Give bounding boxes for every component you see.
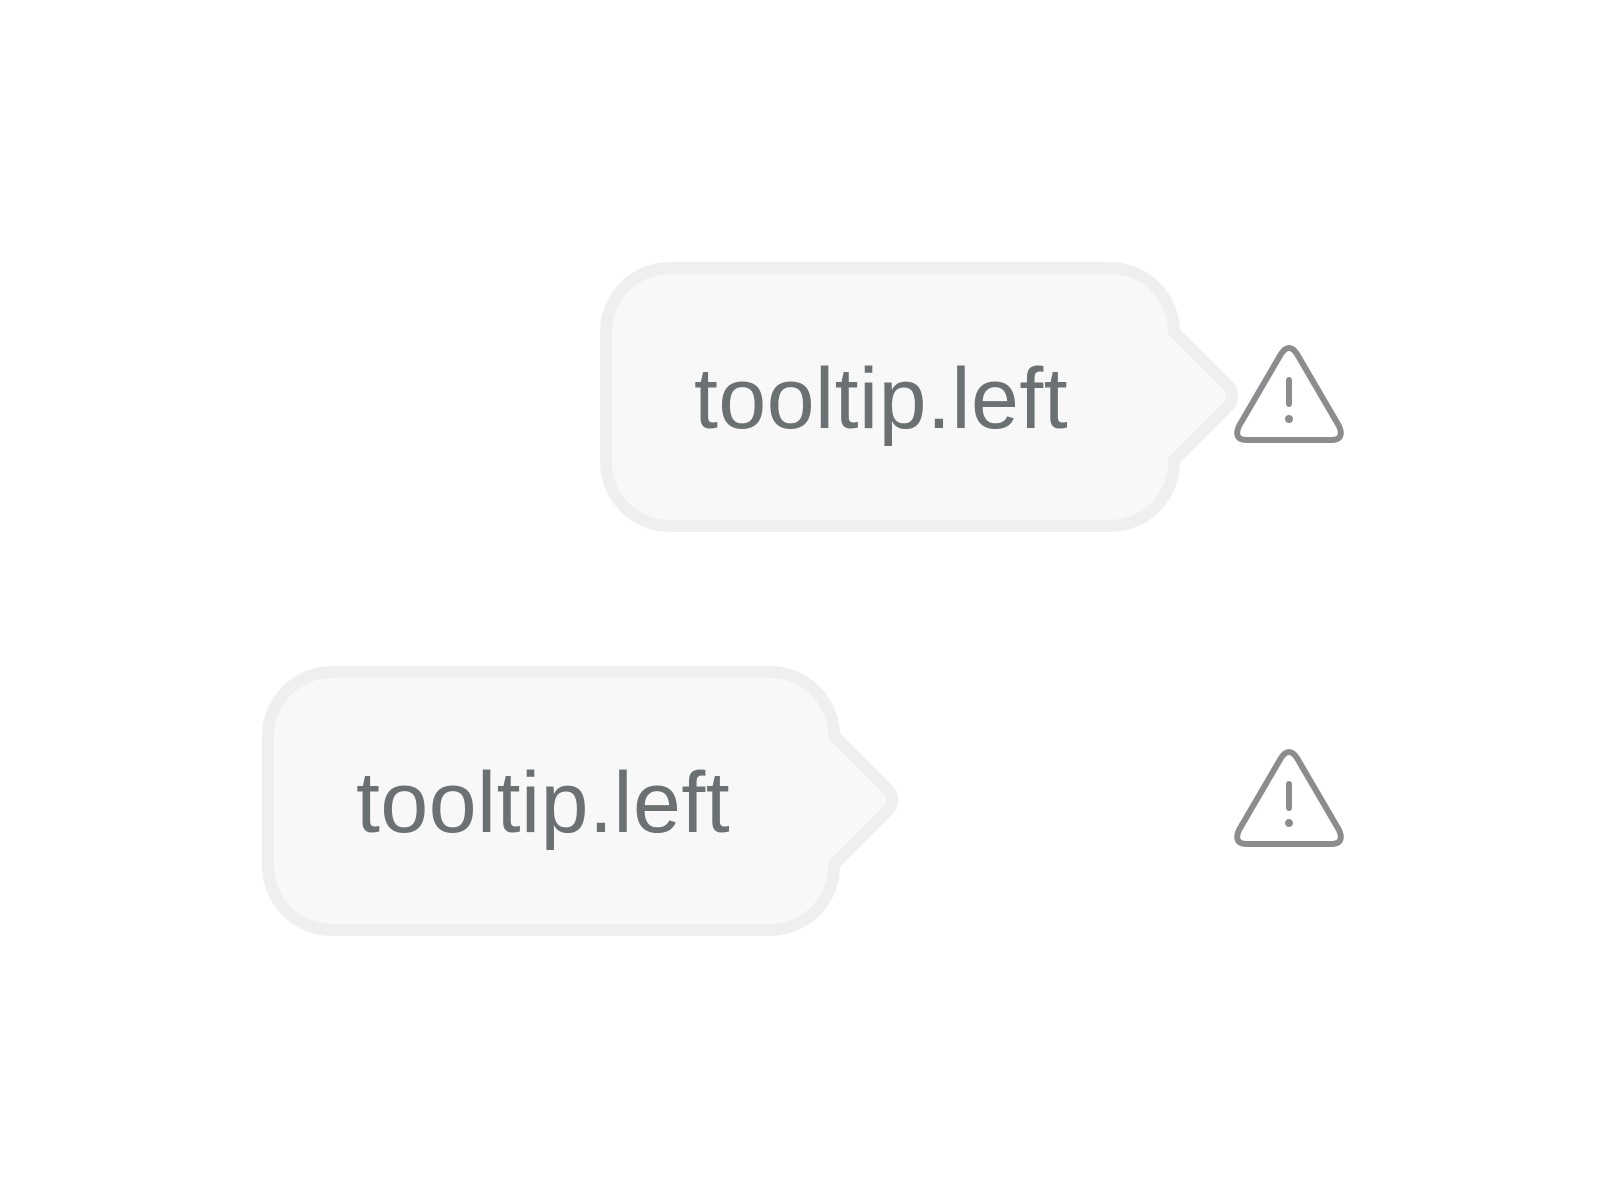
tooltip-label: tooltip.left [356,755,731,851]
tooltip-bubble [262,666,899,936]
canvas: tooltip.left tooltip.left [0,0,1600,1200]
tooltip-example-2: tooltip.left [0,0,1600,1200]
warning-triangle-icon[interactable] [1229,748,1349,858]
